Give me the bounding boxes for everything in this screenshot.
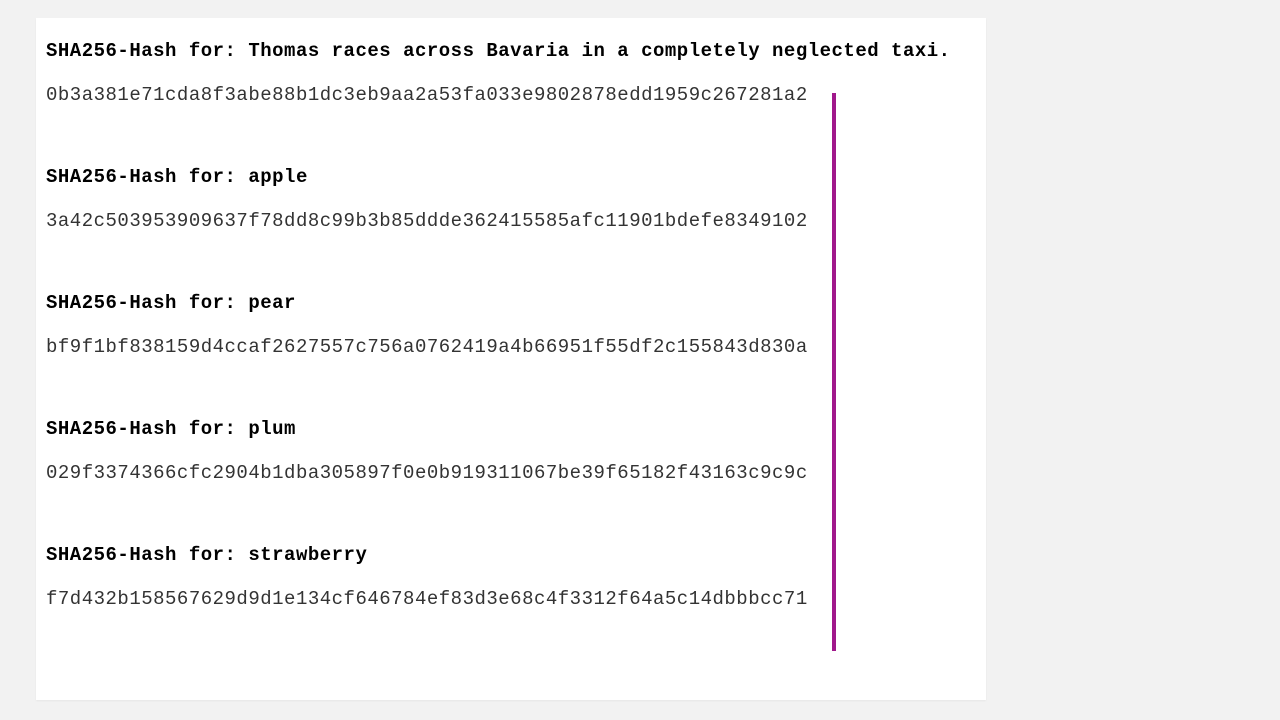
hash-value: 029f3374366cfc2904b1dba305897f0e0b919311… — [46, 462, 976, 484]
hash-value: 3a42c503953909637f78dd8c99b3b85ddde36241… — [46, 210, 976, 232]
hash-entry: SHA256-Hash for: Thomas races across Bav… — [46, 40, 976, 106]
hash-input-text: plum — [248, 418, 296, 440]
hash-input-text: strawberry — [248, 544, 367, 566]
hash-label-prefix: SHA256-Hash for: — [46, 544, 248, 566]
hash-entry: SHA256-Hash for: apple 3a42c503953909637… — [46, 166, 976, 232]
hash-heading: SHA256-Hash for: Thomas races across Bav… — [46, 40, 976, 62]
hash-entry: SHA256-Hash for: strawberry f7d432b15856… — [46, 544, 976, 610]
hash-input-text: apple — [248, 166, 308, 188]
hash-value: bf9f1bf838159d4ccaf2627557c756a0762419a4… — [46, 336, 976, 358]
hash-input-text: Thomas races across Bavaria in a complet… — [248, 40, 950, 62]
hash-entry: SHA256-Hash for: pear bf9f1bf838159d4cca… — [46, 292, 976, 358]
accent-vertical-line — [832, 93, 836, 651]
hash-input-text: pear — [248, 292, 296, 314]
hash-entry: SHA256-Hash for: plum 029f3374366cfc2904… — [46, 418, 976, 484]
hash-label-prefix: SHA256-Hash for: — [46, 40, 248, 62]
hash-heading: SHA256-Hash for: pear — [46, 292, 976, 314]
content-card: SHA256-Hash for: Thomas races across Bav… — [36, 18, 986, 700]
hash-label-prefix: SHA256-Hash for: — [46, 418, 248, 440]
hash-heading: SHA256-Hash for: strawberry — [46, 544, 976, 566]
hash-label-prefix: SHA256-Hash for: — [46, 166, 248, 188]
hash-value: 0b3a381e71cda8f3abe88b1dc3eb9aa2a53fa033… — [46, 84, 976, 106]
hash-heading: SHA256-Hash for: plum — [46, 418, 976, 440]
hash-heading: SHA256-Hash for: apple — [46, 166, 976, 188]
hash-label-prefix: SHA256-Hash for: — [46, 292, 248, 314]
hash-value: f7d432b158567629d9d1e134cf646784ef83d3e6… — [46, 588, 976, 610]
